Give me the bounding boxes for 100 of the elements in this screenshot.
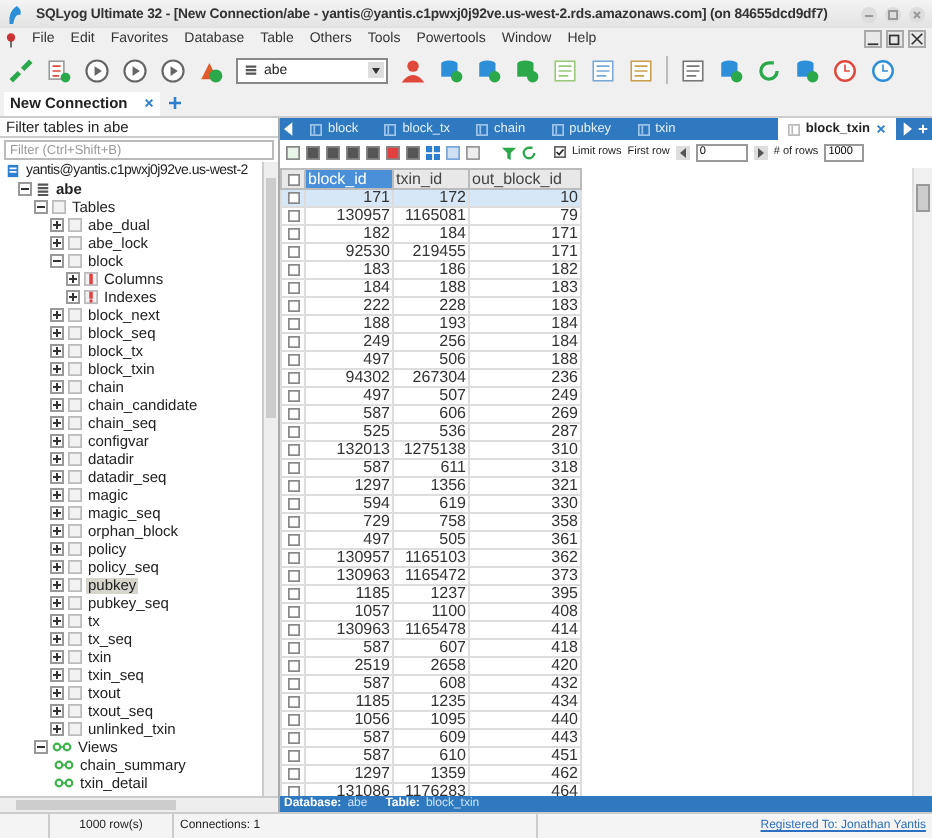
expand-toggle[interactable]: [50, 722, 64, 736]
row-checkbox[interactable]: [287, 552, 299, 564]
table-row[interactable]: 182 184 171: [281, 225, 581, 243]
expand-toggle[interactable]: [50, 470, 64, 484]
expand-toggle[interactable]: [50, 686, 64, 700]
filter-icon[interactable]: [502, 145, 516, 159]
play-all-icon[interactable]: [122, 57, 148, 83]
shapes-icon[interactable]: [198, 57, 224, 83]
row-checkbox[interactable]: [287, 444, 299, 456]
table-row[interactable]: 1057 1100 408: [281, 603, 581, 621]
collapse-toggle[interactable]: [50, 254, 64, 268]
row-checkbox[interactable]: [287, 732, 299, 744]
row-checkbox[interactable]: [287, 318, 299, 330]
expand-toggle[interactable]: [50, 542, 64, 556]
document-icon[interactable]: [628, 57, 654, 83]
table-row[interactable]: 2519 2658 420: [281, 657, 581, 675]
table-row[interactable]: 587 609 443: [281, 729, 581, 747]
row-checkbox[interactable]: [287, 516, 299, 528]
scrollbar[interactable]: [262, 162, 278, 796]
close-icon[interactable]: [876, 124, 886, 134]
next-button[interactable]: [753, 145, 768, 159]
expand-toggle[interactable]: [50, 344, 64, 358]
expand-toggle[interactable]: [50, 650, 64, 664]
row-checkbox[interactable]: [287, 678, 299, 690]
table-row[interactable]: 132013 1275138 310: [281, 441, 581, 459]
table-row[interactable]: 587 611 318: [281, 459, 581, 477]
row-checkbox[interactable]: [287, 336, 299, 348]
table-row[interactable]: 587 607 418: [281, 639, 581, 657]
row-checkbox[interactable]: [287, 228, 299, 240]
table-row[interactable]: 183 186 182: [281, 261, 581, 279]
table-row[interactable]: 1297 1359 462: [281, 765, 581, 783]
row-checkbox[interactable]: [287, 624, 299, 636]
previous-button[interactable]: [675, 145, 690, 159]
row-checkbox[interactable]: [287, 642, 299, 654]
grid-view-icon[interactable]: [426, 145, 440, 159]
table-row[interactable]: 184 188 183: [281, 279, 581, 297]
row-checkbox[interactable]: [287, 660, 299, 672]
row-checkbox[interactable]: [287, 534, 299, 546]
row-checkbox[interactable]: [287, 714, 299, 726]
expand-toggle[interactable]: [50, 326, 64, 340]
expand-toggle[interactable]: [50, 416, 64, 430]
connect-icon[interactable]: [8, 57, 34, 83]
limit-rows-checkbox[interactable]: [554, 146, 566, 158]
table-row[interactable]: 729 758 358: [281, 513, 581, 531]
row-checkbox[interactable]: [287, 246, 299, 258]
table-row[interactable]: 497 506 188: [281, 351, 581, 369]
expand-toggle[interactable]: [50, 398, 64, 412]
expand-toggle[interactable]: [50, 560, 64, 574]
expand-toggle[interactable]: [66, 272, 80, 286]
refresh-icon[interactable]: [756, 57, 782, 83]
expand-toggle[interactable]: [50, 632, 64, 646]
row-checkbox[interactable]: [287, 498, 299, 510]
table-row[interactable]: 497 507 249: [281, 387, 581, 405]
table-row[interactable]: 130957 1165081 79: [281, 207, 581, 225]
row-checkbox[interactable]: [287, 606, 299, 618]
scrollbar[interactable]: [0, 796, 278, 812]
row-checkbox[interactable]: [287, 768, 299, 780]
clock-icon[interactable]: [832, 57, 858, 83]
close-button[interactable]: [908, 30, 926, 48]
user-icon[interactable]: [400, 57, 426, 83]
table-row[interactable]: 130963 1165478 414: [281, 621, 581, 639]
expand-toggle[interactable]: [50, 380, 64, 394]
scrollbar[interactable]: [912, 168, 932, 796]
expand-toggle[interactable]: [50, 596, 64, 610]
row-checkbox[interactable]: [287, 480, 299, 492]
select-all-checkbox[interactable]: [287, 173, 299, 185]
form-view-icon[interactable]: [446, 145, 460, 159]
document-icon[interactable]: [552, 57, 578, 83]
row-checkbox[interactable]: [287, 210, 299, 222]
column-header[interactable]: out_block_id: [469, 169, 581, 189]
expand-toggle[interactable]: [50, 236, 64, 250]
row-checkbox[interactable]: [287, 462, 299, 474]
close-icon[interactable]: [143, 98, 154, 108]
expand-toggle[interactable]: [50, 524, 64, 538]
table-row[interactable]: 587 610 451: [281, 747, 581, 765]
text-view-icon[interactable]: [466, 145, 480, 159]
query-icon[interactable]: [46, 57, 72, 83]
table-row[interactable]: 497 505 361: [281, 531, 581, 549]
collapse-toggle[interactable]: [34, 740, 48, 754]
expand-toggle[interactable]: [50, 362, 64, 376]
table-row[interactable]: 130957 1165103 362: [281, 549, 581, 567]
maximize-button[interactable]: [884, 5, 902, 23]
row-checkbox[interactable]: [287, 570, 299, 582]
play-icon[interactable]: [84, 57, 110, 83]
table-row[interactable]: 1185 1237 395: [281, 585, 581, 603]
document-icon[interactable]: [590, 57, 616, 83]
expand-toggle[interactable]: [66, 290, 80, 304]
refresh-icon[interactable]: [522, 145, 536, 159]
table-row[interactable]: 587 606 269: [281, 405, 581, 423]
minimize-button[interactable]: [864, 30, 882, 48]
expand-toggle[interactable]: [50, 614, 64, 628]
table-row[interactable]: 94302 267304 236: [281, 369, 581, 387]
table-row[interactable]: 130963 1165472 373: [281, 567, 581, 585]
table-row[interactable]: 594 619 330: [281, 495, 581, 513]
table-row[interactable]: 1185 1235 434: [281, 693, 581, 711]
expand-toggle[interactable]: [50, 506, 64, 520]
table-row[interactable]: 525 536 287: [281, 423, 581, 441]
row-checkbox[interactable]: [287, 354, 299, 366]
collapse-toggle[interactable]: [34, 200, 48, 214]
table-row[interactable]: 171 172 10: [281, 189, 581, 207]
